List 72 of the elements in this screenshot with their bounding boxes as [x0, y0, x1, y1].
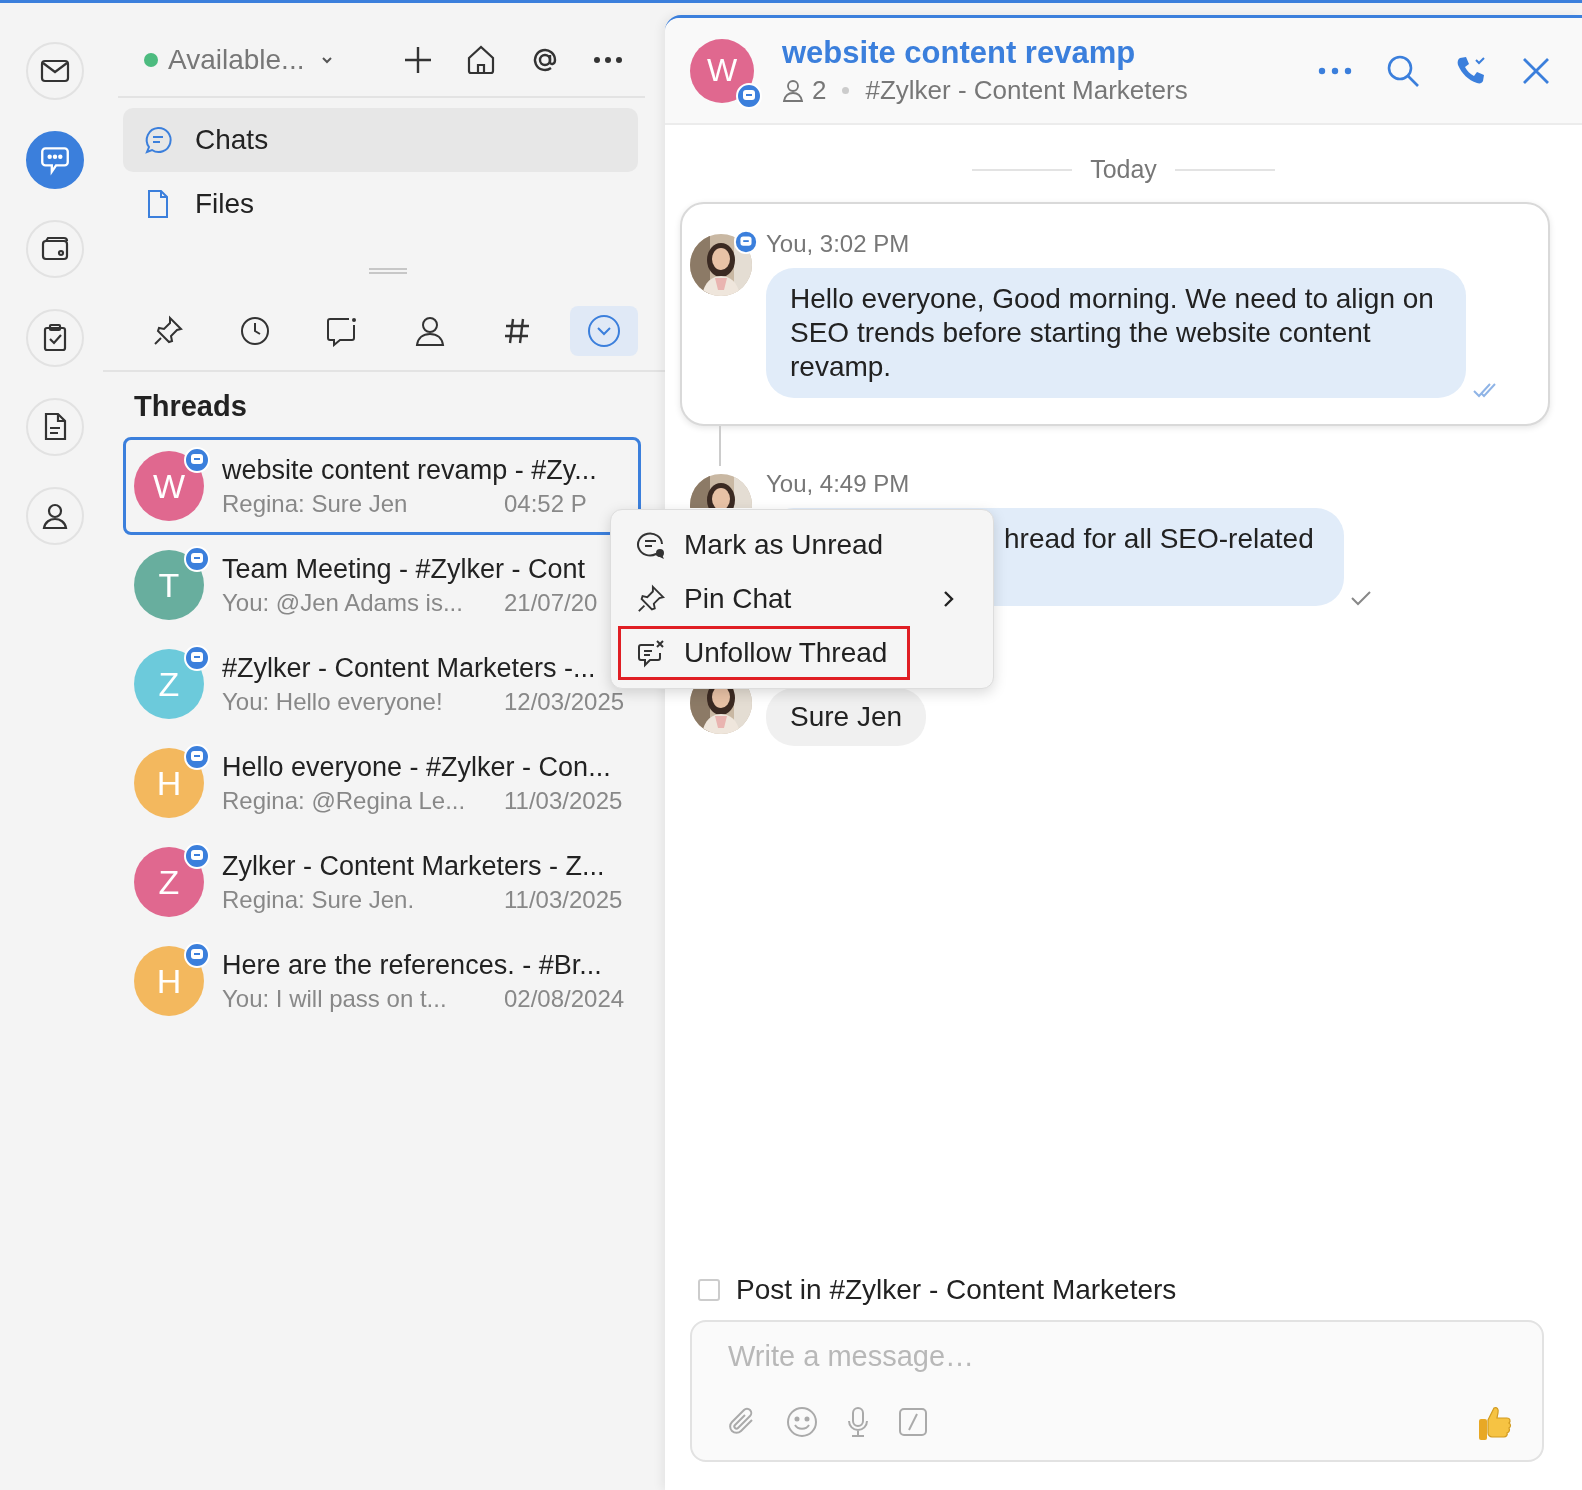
chat-bubble-icon: [143, 125, 173, 155]
pin-icon: [636, 584, 666, 614]
avatar: Z: [134, 649, 204, 719]
thread-time: 02/08/2024: [504, 984, 625, 1013]
checkbox[interactable]: [698, 1279, 720, 1301]
channel-name[interactable]: #Zylker - Content Marketers: [865, 75, 1188, 106]
message-sender: You, 3:02 PM: [766, 230, 911, 258]
conversation-title: website content revamp: [782, 35, 1137, 71]
pin-icon: [152, 315, 184, 347]
thread-time: 21/07/20: [504, 588, 598, 617]
thread-preview: Regina: Sure Jen.: [222, 885, 416, 914]
thread-title: Zylker - Content Marketers - Z...: [222, 850, 606, 882]
section-heading: Threads: [133, 389, 248, 424]
thread-preview: Regina: Sure Jen: [222, 489, 409, 518]
caret-icon: [320, 55, 335, 65]
person-icon: [413, 315, 446, 347]
thread-badge-icon: [184, 744, 210, 770]
thread-badge-icon: [184, 447, 210, 473]
post-in-channel-checkbox[interactable]: Post in #Zylker - Content Marketers: [690, 1274, 1177, 1306]
message-text: Sure Jen: [790, 701, 903, 732]
message-input-field[interactable]: Write a message…: [728, 1340, 1514, 1373]
chat-unfollow-icon: [636, 638, 666, 668]
thread-item[interactable]: H Hello everyone - #Zylker - Con... Regina: @Regina Le... 11/03/2025: [123, 734, 641, 832]
menu-item[interactable]: Unfollow Thread: [618, 626, 911, 680]
thread-time: 11/03/2025: [504, 885, 623, 914]
thread-item[interactable]: Z Zylker - Content Marketers - Z... Regina: Sure Jen. 11/03/2025: [123, 833, 641, 931]
clock-icon: [239, 315, 272, 347]
thread-title: Team Meeting - #Zylker - Cont: [222, 553, 587, 585]
nav-item[interactable]: Chats: [123, 108, 638, 172]
avatar: W: [690, 38, 754, 103]
thread-badge-icon: [184, 843, 210, 869]
thread-title: #Zylker - Content Marketers -...: [222, 652, 597, 684]
thread-badge-icon: [184, 942, 210, 968]
date-divider: Today: [1090, 155, 1157, 184]
thread-title: Hello everyone - #Zylker - Con...: [222, 751, 612, 783]
resize-handle[interactable]: [368, 268, 407, 274]
search-icon[interactable]: [1386, 53, 1420, 88]
nav-item[interactable]: Files: [123, 172, 638, 236]
thread-preview: You: Hello everyone!: [222, 687, 444, 716]
separator-dot: [842, 87, 850, 94]
thread-badge-icon: [184, 645, 210, 671]
status-selector[interactable]: Available...: [144, 44, 335, 76]
avatar: W: [134, 451, 204, 521]
thread-badge-icon: [736, 82, 762, 109]
thread-preview: You: I will pass on t...: [222, 984, 448, 1013]
avatar: H: [134, 946, 204, 1016]
thread-time: 12/03/2025: [504, 687, 625, 716]
avatar: T: [134, 550, 204, 620]
thread-time: 11/03/2025: [504, 786, 623, 815]
avatar: H: [134, 748, 204, 818]
thread-item[interactable]: H Here are the references. - #Br... You: I will pass on t... 02/08/2024: [123, 932, 641, 1030]
message-text: hread for all SEO-related: [1004, 523, 1314, 554]
thread-badge-icon: [184, 546, 210, 572]
close-icon[interactable]: [1522, 56, 1550, 85]
hash-icon: [502, 316, 531, 346]
more-icon[interactable]: [593, 56, 623, 64]
plus-icon[interactable]: [403, 45, 433, 75]
thread-title: website content revamp - #Zy...: [222, 454, 598, 486]
home-icon[interactable]: [465, 44, 497, 76]
members-icon: [782, 78, 804, 103]
thread-badge-icon: [734, 230, 758, 254]
avatar: Z: [134, 847, 204, 917]
thread-preview: Regina: @Regina Le...: [222, 786, 467, 815]
chat-dot-icon: [636, 530, 666, 560]
message-sender: You, 4:49 PM: [766, 470, 911, 498]
thread-preview: You: @Jen Adams is...: [222, 588, 464, 617]
message-text: Hello everyone, Good morning. We need to align on SEO trends before starting the website content revamp.: [790, 283, 1434, 382]
member-count: 2: [812, 75, 827, 106]
chevron-circle-icon: [586, 314, 621, 348]
thread-title: Here are the references. - #Br...: [222, 949, 603, 981]
chevron-right-icon: [942, 589, 956, 609]
thread-time: 04:52 P: [504, 489, 587, 518]
